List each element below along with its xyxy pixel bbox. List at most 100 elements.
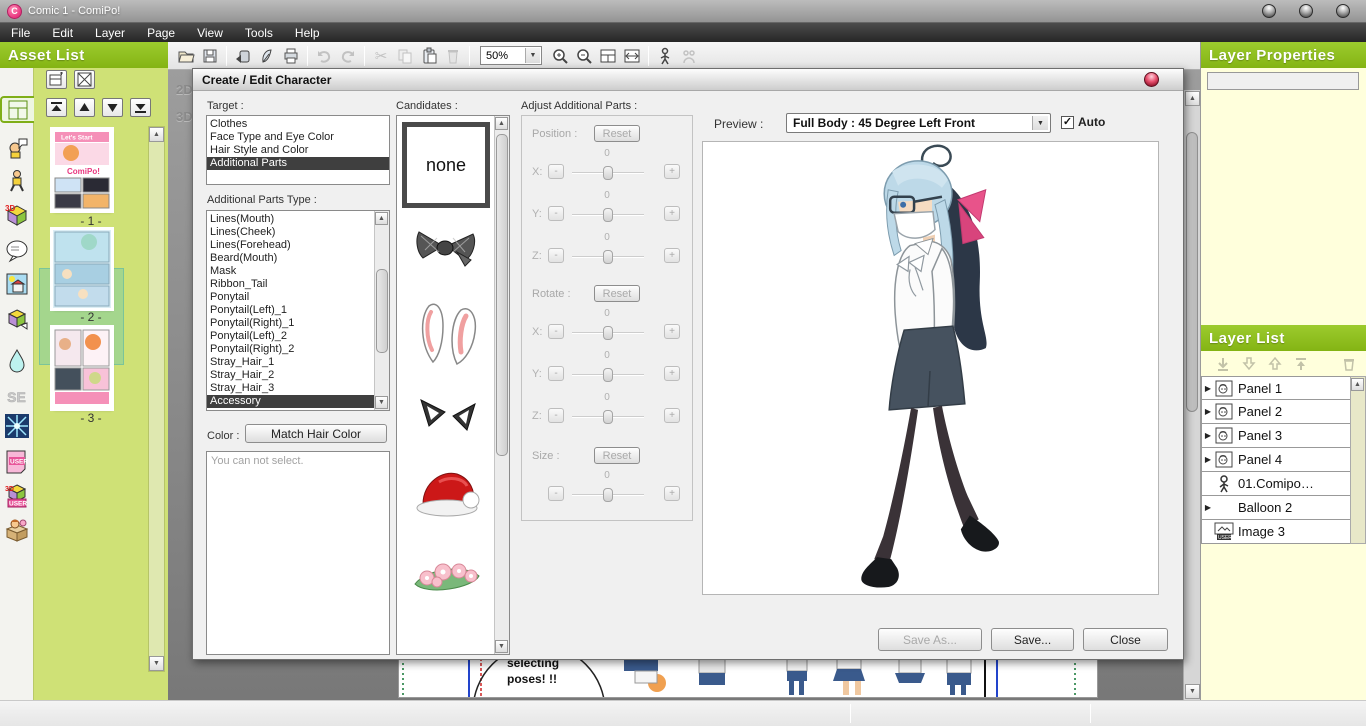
parts-type-item-accessory[interactable]: Accessory — [207, 395, 374, 408]
plus-button[interactable]: + — [664, 164, 680, 179]
parts-type-item[interactable]: Ribbon_Tail — [207, 278, 374, 291]
slider-track[interactable] — [572, 374, 644, 376]
category-character[interactable] — [3, 134, 30, 161]
move-page-bottom-button[interactable] — [130, 98, 151, 117]
parts-type-item[interactable]: Ponytail — [207, 291, 374, 304]
parts-type-item[interactable]: Beard(Mouth) — [207, 252, 374, 265]
slider-track[interactable] — [572, 494, 644, 496]
parts-type-scrollbar[interactable]: ▲ ▼ — [374, 211, 389, 410]
scroll-up-icon[interactable]: ▲ — [149, 127, 164, 142]
layer-row-character[interactable]: 01.Comipo… — [1201, 472, 1351, 496]
slider-thumb[interactable] — [603, 326, 613, 340]
parts-type-item[interactable]: Ponytail(Right)_1 — [207, 317, 374, 330]
slider-thumb[interactable] — [603, 410, 613, 424]
slider-track[interactable] — [572, 214, 644, 216]
scroll-up-icon[interactable]: ▲ — [495, 117, 508, 130]
plus-button[interactable]: + — [664, 366, 680, 381]
slider-thumb[interactable] — [603, 250, 613, 264]
chevron-down-icon[interactable]: ▼ — [525, 48, 540, 63]
maximize-button[interactable] — [1299, 4, 1313, 18]
fit-page-button[interactable] — [596, 44, 620, 68]
layer-row-panel-1[interactable]: ▶ Panel 1 — [1201, 376, 1351, 400]
scroll-up-icon[interactable]: ▲ — [375, 212, 388, 225]
category-user-3d[interactable]: USER3D — [3, 482, 30, 509]
parts-type-item[interactable]: Mask — [207, 265, 374, 278]
close-dialog-button[interactable]: Close — [1083, 628, 1168, 651]
copy-button[interactable] — [393, 44, 417, 68]
parts-type-item[interactable]: Stray_Hair_1 — [207, 356, 374, 369]
parts-type-item[interactable]: Lines(Mouth) — [207, 213, 374, 226]
category-panel-layout[interactable] — [0, 96, 34, 123]
save-button[interactable] — [198, 44, 222, 68]
scroll-thumb[interactable] — [1186, 132, 1198, 412]
page-thumbnail-2[interactable] — [53, 230, 111, 308]
auto-checkbox[interactable]: ✓ Auto — [1061, 115, 1105, 129]
layer-row-image[interactable]: USER Image 3 — [1201, 520, 1351, 544]
slider-thumb[interactable] — [603, 368, 613, 382]
move-page-down-button[interactable] — [102, 98, 123, 117]
chevron-down-icon[interactable]: ▼ — [1032, 116, 1048, 130]
delete-button[interactable] — [441, 44, 465, 68]
paste-button[interactable] — [417, 44, 441, 68]
parts-type-item[interactable]: Lines(Cheek) — [207, 226, 374, 239]
layer-list-scrollbar[interactable]: ▲ — [1350, 376, 1366, 544]
expand-arrow-icon[interactable]: ▶ — [1202, 503, 1214, 512]
delete-page-button[interactable] — [74, 70, 95, 89]
preview-angle-select[interactable]: Full Body : 45 Degree Left Front ▼ — [786, 113, 1051, 133]
scroll-up-icon[interactable]: ▲ — [1185, 91, 1200, 106]
layer-row-panel-3[interactable]: ▶ Panel 3 — [1201, 424, 1351, 448]
match-hair-color-button[interactable]: Match Hair Color — [245, 424, 387, 443]
scroll-thumb[interactable] — [496, 134, 508, 456]
open-file-button[interactable] — [174, 44, 198, 68]
minus-button[interactable]: - — [548, 206, 564, 221]
parts-type-item[interactable]: Ponytail(Left)_2 — [207, 330, 374, 343]
dialog-close-button[interactable] — [1144, 72, 1159, 87]
zoom-select[interactable]: 50% ▼ — [480, 46, 542, 65]
move-page-up-button[interactable] — [74, 98, 95, 117]
move-layer-down-icon[interactable] — [1241, 356, 1257, 372]
target-item-clothes[interactable]: Clothes — [207, 118, 389, 131]
category-balloon[interactable] — [3, 237, 30, 264]
category-background[interactable] — [3, 270, 30, 297]
minus-button[interactable]: - — [548, 248, 564, 263]
minus-button[interactable]: - — [548, 408, 564, 423]
scroll-down-icon[interactable]: ▼ — [1185, 684, 1200, 699]
menu-help[interactable]: Help — [284, 26, 331, 40]
category-sound-effect[interactable]: SE — [3, 383, 30, 410]
layer-properties-input[interactable] — [1207, 72, 1359, 90]
parts-type-item[interactable]: Stray_Hair_2 — [207, 369, 374, 382]
plus-button[interactable]: + — [664, 408, 680, 423]
slider-thumb[interactable] — [603, 208, 613, 222]
candidate-none[interactable]: none — [402, 122, 490, 208]
expand-arrow-icon[interactable]: ▶ — [1202, 455, 1214, 464]
move-layer-top-icon[interactable] — [1293, 356, 1309, 372]
redo-button[interactable] — [336, 44, 360, 68]
category-character-box[interactable] — [3, 516, 30, 543]
zoom-in-button[interactable] — [548, 44, 572, 68]
scroll-down-icon[interactable]: ▼ — [149, 656, 164, 671]
target-item-additional-parts[interactable]: Additional Parts — [207, 157, 389, 170]
size-reset-button[interactable]: Reset — [594, 447, 640, 464]
slider-track[interactable] — [572, 256, 644, 258]
parts-type-item[interactable]: Stray_Hair_3 — [207, 382, 374, 395]
menu-file[interactable]: File — [0, 26, 41, 40]
menu-edit[interactable]: Edit — [41, 26, 84, 40]
category-effect-drop[interactable] — [3, 347, 30, 374]
minimize-button[interactable] — [1262, 4, 1276, 18]
candidate-plaid-bow[interactable] — [413, 222, 479, 275]
group-pose-button[interactable] — [677, 44, 701, 68]
rotate-reset-button[interactable]: Reset — [594, 285, 640, 302]
candidate-flower-wreath[interactable] — [411, 554, 483, 597]
expand-arrow-icon[interactable]: ▶ — [1202, 431, 1214, 440]
menu-view[interactable]: View — [186, 26, 234, 40]
slider-thumb[interactable] — [603, 166, 613, 180]
plus-button[interactable]: + — [664, 486, 680, 501]
scroll-down-icon[interactable]: ▼ — [375, 396, 388, 409]
parts-type-item[interactable]: Lines(Forehead) — [207, 239, 374, 252]
save-as-button[interactable]: Save As... — [878, 628, 982, 651]
category-3d-items[interactable]: 3D — [3, 202, 30, 229]
asset-list-scrollbar[interactable]: ▲ ▼ — [148, 126, 165, 672]
add-page-button[interactable] — [46, 70, 67, 89]
publish-button[interactable] — [255, 44, 279, 68]
move-page-top-button[interactable] — [46, 98, 67, 117]
